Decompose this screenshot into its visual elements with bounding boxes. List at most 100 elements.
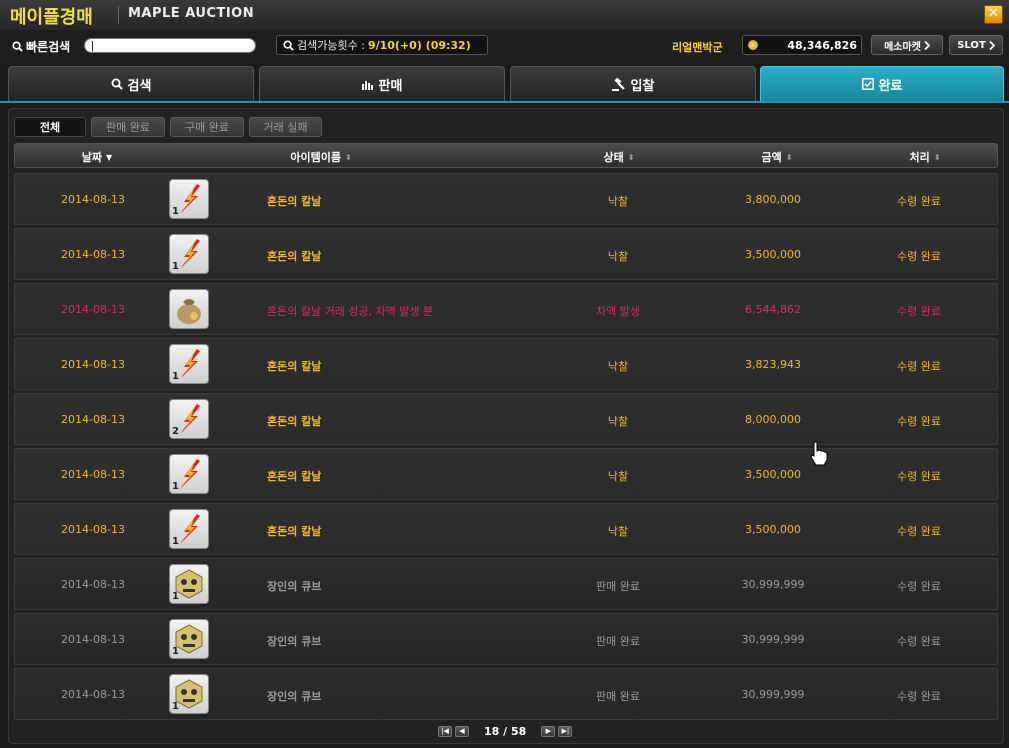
- row-date: 2014-08-13: [61, 468, 125, 481]
- row-date: 2014-08-13: [61, 303, 125, 316]
- page-indicator: 18 / 58: [484, 725, 526, 738]
- row-amount: 3,823,943: [745, 358, 801, 371]
- red-flame-dagger-icon[interactable]: 1: [169, 179, 209, 219]
- current-page: 18: [484, 724, 500, 738]
- column-amount-label: 금액: [761, 151, 782, 164]
- row-item-name: 혼돈의 칼날: [267, 360, 322, 373]
- meso-value: 48,346,826: [787, 39, 857, 52]
- red-flame-dagger-icon[interactable]: 1: [169, 509, 209, 549]
- table-row[interactable]: 2014-08-13 1 혼돈의 칼날 낙찰 3,500,000 수령 완료: [14, 503, 998, 555]
- row-date: 2014-08-13: [61, 578, 125, 591]
- next-page-button[interactable]: ▶: [541, 725, 556, 737]
- item-qty: 1: [172, 371, 179, 382]
- row-process: 수령 완료: [897, 415, 941, 428]
- craftsman-cube-icon[interactable]: 1: [169, 564, 209, 604]
- search-count-box: 검색가능횟수 : 9/10(+0) (09:32): [276, 35, 488, 55]
- meso-market-button[interactable]: 메소마켓: [871, 35, 943, 55]
- table-row[interactable]: 2014-08-13 1 장인의 큐브 판매 완료 30,999,999 수령 …: [14, 558, 998, 610]
- row-amount: 30,999,999: [741, 578, 805, 591]
- column-process[interactable]: 처리 ⬍: [910, 149, 941, 165]
- tab-complete[interactable]: 완료: [760, 66, 1004, 101]
- first-page-button[interactable]: |◀: [438, 725, 452, 737]
- table-row[interactable]: 2014-08-13 2 혼돈의 칼날 낙찰 8,000,000 수령 완료: [14, 393, 998, 445]
- row-item-name: 혼돈의 칼날: [267, 470, 322, 483]
- prev-page-button[interactable]: ◀: [455, 725, 469, 737]
- quick-search-label-group: 빠른검색: [12, 38, 70, 55]
- tab-search[interactable]: 검색: [8, 66, 254, 101]
- row-item-name: 장인의 큐브: [267, 690, 322, 703]
- column-status[interactable]: 상태 ⬍: [604, 149, 635, 165]
- row-date: 2014-08-13: [61, 633, 125, 646]
- results-list: 2014-08-13 1 혼돈의 칼날 낙찰 3,800,000 수령 완료 2…: [14, 173, 998, 723]
- column-date[interactable]: 날짜 ▼: [82, 149, 112, 165]
- tab-label: 검색: [127, 78, 152, 94]
- gavel-icon: [611, 77, 625, 91]
- row-process: 수령 완료: [897, 690, 941, 703]
- total-pages: 58: [511, 724, 527, 738]
- item-qty: 1: [172, 206, 179, 217]
- meso-market-label: 메소마켓: [884, 41, 921, 53]
- table-row[interactable]: 2014-08-13 1 장인의 큐브 판매 완료 30,999,999 수령 …: [14, 668, 998, 720]
- row-status: 낙찰: [607, 250, 629, 263]
- row-process: 수령 완료: [897, 580, 941, 593]
- row-process: 수령 완료: [897, 360, 941, 373]
- column-amount[interactable]: 금액 ⬍: [762, 149, 793, 165]
- column-process-label: 처리: [909, 151, 930, 164]
- close-icon: ✕: [988, 6, 999, 21]
- close-button[interactable]: ✕: [984, 5, 1003, 24]
- last-page-button[interactable]: ▶|: [558, 725, 573, 737]
- row-process: 수령 완료: [897, 635, 941, 648]
- quick-search-label: 빠른검색: [26, 40, 71, 54]
- chevron-right-icon: [924, 40, 930, 50]
- subtab-trade-failed[interactable]: 거래 실패: [249, 117, 322, 137]
- row-amount: 3,500,000: [745, 248, 801, 261]
- page-separator: /: [499, 724, 511, 738]
- title-separator: [118, 6, 119, 24]
- row-process: 수령 완료: [897, 470, 941, 483]
- tab-label: 완료: [878, 78, 903, 94]
- subtab-purchase-complete[interactable]: 구매 완료: [170, 117, 244, 137]
- row-item-name: 장인의 큐브: [267, 635, 322, 648]
- craftsman-cube-icon[interactable]: 1: [169, 619, 209, 659]
- row-status: 낙찰: [607, 415, 629, 428]
- red-flame-dagger-icon[interactable]: 1: [169, 234, 209, 274]
- row-status: 낙찰: [607, 525, 629, 538]
- table-row[interactable]: 2014-08-13 1 혼돈의 칼날 낙찰 3,500,000 수령 완료: [14, 228, 998, 280]
- sort-icon: ⬍: [785, 152, 793, 162]
- row-amount: 30,999,999: [741, 633, 805, 646]
- meso-coin-icon: [748, 40, 758, 50]
- subtab-all[interactable]: 전체: [14, 117, 86, 137]
- table-row[interactable]: 2014-08-13 1 혼돈의 칼날 낙찰 3,800,000 수령 완료: [14, 173, 998, 225]
- row-item-name: 혼돈의 칼날: [267, 525, 322, 538]
- slot-button[interactable]: SLOT: [949, 35, 1003, 55]
- tab-label: 판매: [378, 78, 403, 94]
- row-process: 수령 완료: [897, 250, 941, 263]
- tab-sell[interactable]: 판매: [259, 66, 505, 101]
- table-row[interactable]: 2014-08-13 1 혼돈의 칼날 낙찰 3,823,943 수령 완료: [14, 338, 998, 390]
- column-status-label: 상태: [603, 151, 624, 164]
- item-qty: 1: [172, 536, 179, 547]
- meso-bag-icon[interactable]: [169, 289, 209, 329]
- quick-search-input[interactable]: [84, 38, 256, 53]
- search-count-value: 9/10(+0) (09:32): [367, 38, 471, 52]
- row-status: 판매 완료: [596, 580, 640, 593]
- row-item-name: 혼돈의 칼날: [267, 415, 322, 428]
- tab-bid[interactable]: 입찰: [510, 66, 756, 101]
- red-flame-dagger-icon[interactable]: 2: [169, 399, 209, 439]
- craftsman-cube-icon[interactable]: 1: [169, 674, 209, 714]
- chevron-right-icon: [989, 40, 995, 50]
- table-row[interactable]: 2014-08-13 1 혼돈의 칼날 낙찰 3,500,000 수령 완료: [14, 448, 998, 500]
- red-flame-dagger-icon[interactable]: 1: [169, 454, 209, 494]
- row-status: 판매 완료: [596, 635, 640, 648]
- table-row[interactable]: 2014-08-13 혼돈의 칼날 거래 성공, 차액 발생 분 차액 발생 6…: [14, 283, 998, 335]
- window-title-kr: 메이플경매: [10, 7, 93, 28]
- subtab-label: 거래 실패: [263, 121, 308, 134]
- red-flame-dagger-icon[interactable]: 1: [169, 344, 209, 384]
- row-process: 수령 완료: [897, 305, 941, 318]
- table-row[interactable]: 2014-08-13 1 장인의 큐브 판매 완료 30,999,999 수령 …: [14, 613, 998, 665]
- row-amount: 3,500,000: [745, 523, 801, 536]
- row-status: 낙찰: [607, 195, 629, 208]
- subtab-sale-complete[interactable]: 판매 완료: [91, 117, 165, 137]
- column-item-name[interactable]: 아이템이름 ⬍: [290, 149, 351, 165]
- row-process: 수령 완료: [897, 195, 941, 208]
